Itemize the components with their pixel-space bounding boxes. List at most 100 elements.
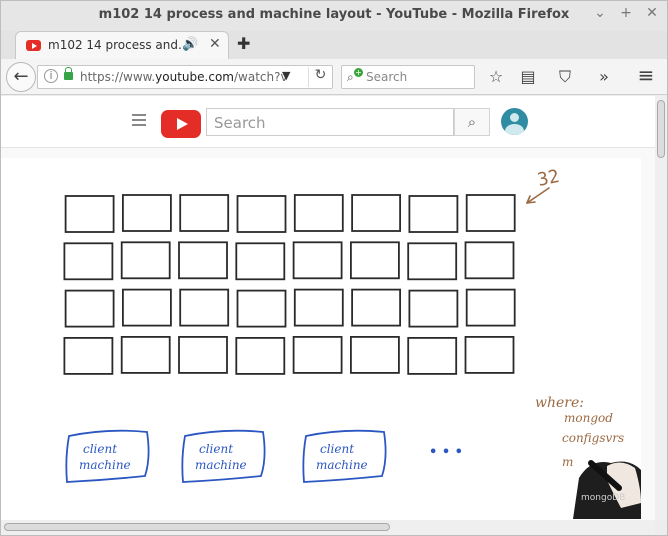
url-text[interactable]: https://www.youtube.com/watch?v <box>80 70 288 84</box>
lock-icon <box>64 67 73 80</box>
page-viewport: Search ⌕ 32 client machine client machine cl… <box>1 96 655 520</box>
server-box <box>351 288 402 327</box>
where-item-mongod: mongod <box>564 411 613 425</box>
server-box <box>407 242 458 281</box>
server-box <box>235 242 286 281</box>
whiteboard-drawing: 32 client machine client machine client machi… <box>63 166 641 519</box>
url-bar[interactable]: i https://www.youtube.com/watch?v ▼ ↻ <box>37 65 333 89</box>
overflow-icon[interactable]: » <box>593 67 615 86</box>
reload-button[interactable]: ↻ <box>308 67 332 87</box>
server-box <box>292 241 343 280</box>
horizontal-scrollbar[interactable] <box>1 520 655 535</box>
where-item-configsvrs: configsvrs <box>562 431 624 445</box>
client-machine: client machine <box>181 429 266 483</box>
server-grid <box>63 194 516 375</box>
server-box <box>407 336 458 375</box>
back-button[interactable]: ← <box>6 62 36 92</box>
where-item-m: m <box>562 455 573 469</box>
server-box <box>464 241 515 280</box>
youtube-icon <box>26 40 41 51</box>
hamburger-icon[interactable] <box>132 114 146 129</box>
url-host: youtube.com <box>155 70 234 84</box>
client-machine: client machine <box>302 429 387 483</box>
server-box <box>349 335 400 374</box>
title-bar[interactable]: m102 14 process and machine layout - You… <box>1 1 667 31</box>
navigation-toolbar: ← i https://www.youtube.com/watch?v ▼ ↻ … <box>1 59 667 95</box>
youtube-search-button[interactable]: ⌕ <box>454 108 490 136</box>
client-machine: client machine <box>65 429 150 483</box>
info-icon[interactable]: i <box>44 69 58 83</box>
server-box <box>236 289 287 328</box>
server-box <box>179 288 230 327</box>
tab-title: m102 14 process and... <box>48 38 190 52</box>
search-bar[interactable]: ⌕ + Search <box>341 65 475 89</box>
count-label: 32 <box>536 166 562 191</box>
server-box <box>464 335 515 374</box>
url-dropdown-icon[interactable]: ▼ <box>282 69 290 82</box>
url-path: /watch?v <box>233 70 288 84</box>
maximize-button[interactable]: + <box>618 5 634 21</box>
tab-strip: m102 14 process and... 🔊 ✕ ✚ <box>1 31 667 59</box>
server-box <box>465 288 516 327</box>
client-box <box>302 429 387 483</box>
server-box <box>122 288 172 327</box>
server-box <box>178 241 228 280</box>
client-label: client <box>320 442 354 456</box>
server-box <box>349 241 400 280</box>
server-box <box>120 335 171 374</box>
horizontal-scroll-thumb[interactable] <box>4 523 390 531</box>
youtube-search-input[interactable]: Search <box>206 108 454 136</box>
youtube-search-placeholder: Search <box>214 114 266 132</box>
server-box <box>465 194 516 232</box>
server-box <box>293 194 344 232</box>
client-label: machine <box>195 458 247 472</box>
new-tab-button[interactable]: ✚ <box>237 34 250 53</box>
add-search-engine-icon: + <box>354 68 363 77</box>
server-box <box>178 335 228 374</box>
server-box <box>236 195 287 233</box>
server-box <box>292 335 343 374</box>
youtube-logo[interactable] <box>161 110 201 138</box>
browser-window: m102 14 process and machine layout - You… <box>0 0 668 536</box>
url-prefix: https://www. <box>80 70 156 84</box>
vertical-scrollbar[interactable] <box>655 96 667 520</box>
server-box <box>351 194 402 232</box>
window-title: m102 14 process and machine layout - You… <box>98 7 570 22</box>
server-box <box>64 195 115 233</box>
client-box <box>181 429 266 483</box>
search-placeholder: Search <box>366 70 408 84</box>
server-box <box>235 336 286 375</box>
video-player[interactable]: 32 client machine client machine client machi… <box>1 158 641 520</box>
pocket-icon[interactable]: ⛉ <box>554 67 576 87</box>
server-box <box>63 242 114 281</box>
avatar[interactable] <box>501 108 528 135</box>
close-tab-button[interactable]: ✕ <box>209 36 221 52</box>
tab-youtube[interactable]: m102 14 process and... 🔊 ✕ <box>15 31 229 59</box>
count-annotation <box>526 187 550 204</box>
client-machines: client machine client machine client machine <box>65 429 387 483</box>
close-window-button[interactable]: ✕ <box>644 5 660 21</box>
server-box <box>408 289 459 328</box>
star-icon[interactable]: ☆ <box>485 67 507 86</box>
server-box <box>120 241 171 280</box>
reading-list-icon[interactable]: ▤ <box>517 67 539 86</box>
video-watermark: mongoDB <box>581 493 625 503</box>
minimize-button[interactable]: ⌄ <box>592 5 608 21</box>
youtube-header: Search ⌕ <box>1 96 655 148</box>
vertical-scroll-thumb[interactable] <box>657 100 665 158</box>
menu-icon[interactable]: ≡ <box>635 63 657 87</box>
client-label: client <box>199 442 233 456</box>
server-box <box>408 195 459 233</box>
server-box <box>293 288 344 327</box>
server-box <box>179 194 230 232</box>
ellipsis-dots: • • • <box>429 445 463 460</box>
server-box <box>122 194 172 232</box>
search-icon: ⌕ <box>347 70 354 84</box>
server-box <box>63 336 114 375</box>
speaker-icon[interactable]: 🔊 <box>182 37 198 52</box>
client-label: client <box>83 442 117 456</box>
client-label: machine <box>316 458 368 472</box>
server-box <box>64 289 115 328</box>
client-label: machine <box>79 458 131 472</box>
client-box <box>65 429 150 483</box>
